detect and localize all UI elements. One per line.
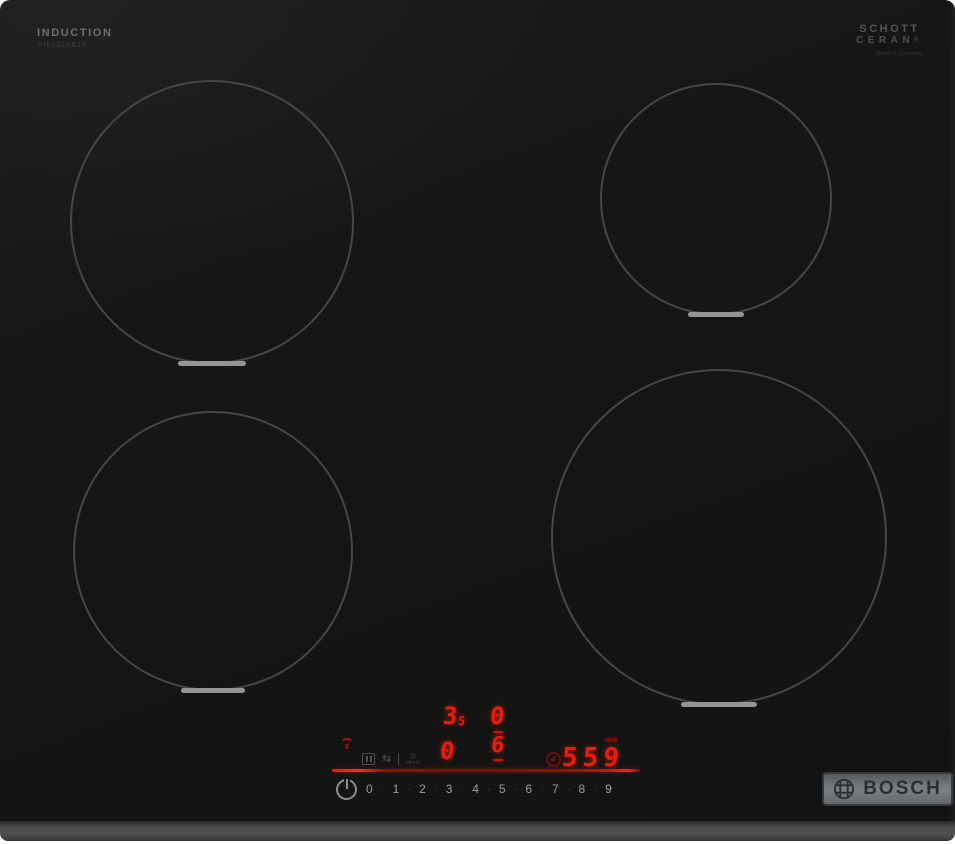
power-level-9[interactable]: 9 bbox=[605, 782, 612, 796]
zone-front-right bbox=[551, 369, 887, 707]
zone-back-right-marker bbox=[688, 312, 744, 317]
display-front-left-power: 0 bbox=[438, 737, 456, 765]
power-level-5[interactable]: 5 bbox=[499, 782, 506, 796]
display-back-right-power-digit: 0 bbox=[488, 702, 506, 730]
wifi-icon bbox=[335, 734, 359, 752]
timer-digits: 559 bbox=[560, 743, 626, 773]
level-separator-dot: · bbox=[460, 784, 464, 794]
timer-display: min 559 bbox=[560, 737, 626, 773]
power-slider-line[interactable] bbox=[332, 769, 640, 772]
display-back-left-power-sub-digit: 5 bbox=[457, 714, 467, 728]
zone-back-left-marker bbox=[178, 361, 246, 366]
registered-mark: ® bbox=[914, 37, 923, 43]
bosch-logo-text: BOSCH bbox=[863, 778, 942, 799]
level-separator-dot: · bbox=[381, 784, 385, 794]
power-level-4[interactable]: 4 bbox=[472, 782, 479, 796]
wipe-protection-icon: ⌂ bbox=[410, 750, 416, 760]
zone-front-right-marker bbox=[681, 702, 757, 707]
display-front-right-power-digit: 6 bbox=[489, 733, 506, 758]
schott-ceran-logo: SCHOTT CERAN® Made in Germany bbox=[856, 23, 923, 58]
display-back-right-power: 0 bbox=[488, 702, 506, 730]
bosch-badge: BOSCH bbox=[822, 772, 953, 806]
display-front-right-lower-dash bbox=[492, 759, 503, 761]
display-back-left-power: 3 5 bbox=[441, 702, 467, 730]
power-level-0[interactable]: 0 bbox=[366, 782, 373, 796]
power-level-3[interactable]: 3 bbox=[446, 782, 453, 796]
zone-back-right bbox=[600, 83, 832, 317]
display-front-left-power-digit: 0 bbox=[438, 737, 456, 765]
wifi-dot bbox=[345, 746, 349, 749]
display-back-left-power-digit: 3 bbox=[441, 702, 459, 730]
aux-key-row: ⇆ ⌂ short bbox=[362, 751, 420, 766]
cooktop-glass-surface: INDUCTION PIE631HB1E SCHOTT CERAN® Made … bbox=[0, 0, 955, 821]
schott-logo-line2-text: CERAN bbox=[856, 35, 915, 46]
induction-cooktop: INDUCTION PIE631HB1E SCHOTT CERAN® Made … bbox=[0, 0, 955, 844]
power-level-7[interactable]: 7 bbox=[552, 782, 559, 796]
zone-front-left bbox=[73, 411, 353, 693]
cooktop-front-edge bbox=[0, 821, 955, 841]
level-separator-dot: · bbox=[593, 784, 597, 794]
zone-front-left-marker bbox=[181, 688, 245, 693]
power-level-6[interactable]: 6 bbox=[525, 782, 532, 796]
power-level-2[interactable]: 2 bbox=[419, 782, 426, 796]
wipe-protection-key[interactable]: ⌂ short bbox=[406, 751, 420, 766]
level-separator-dot: · bbox=[513, 784, 517, 794]
display-front-right-power: 6 bbox=[489, 731, 506, 761]
schott-logo-line2: CERAN® bbox=[856, 35, 923, 46]
schott-logo-line1: SCHOTT bbox=[859, 23, 920, 35]
schott-logo-subtext: Made in Germany bbox=[875, 51, 923, 57]
power-level-1[interactable]: 1 bbox=[393, 782, 400, 796]
pan-transfer-icon[interactable]: ⇆ bbox=[382, 753, 391, 764]
level-separator-dot: · bbox=[434, 784, 438, 794]
timer-clock-icon[interactable] bbox=[546, 752, 561, 767]
level-separator-dot: · bbox=[487, 784, 491, 794]
model-number: PIE631HB1E bbox=[38, 42, 88, 49]
power-scale[interactable]: 0 · 1 · 2 · 3 · 4 · 5 · 6 · 7 · 8 · 9 bbox=[366, 781, 612, 797]
zone-back-left bbox=[70, 80, 354, 366]
power-level-8[interactable]: 8 bbox=[579, 782, 586, 796]
power-button[interactable] bbox=[336, 779, 357, 800]
level-separator-dot: · bbox=[540, 784, 544, 794]
bosch-armature-icon bbox=[834, 778, 855, 800]
level-separator-dot: · bbox=[407, 784, 411, 794]
wipe-protection-label: short bbox=[406, 760, 420, 766]
aux-divider bbox=[398, 752, 400, 765]
induction-label: INDUCTION bbox=[37, 27, 113, 39]
pause-icon[interactable] bbox=[362, 752, 375, 765]
level-separator-dot: · bbox=[567, 784, 571, 794]
